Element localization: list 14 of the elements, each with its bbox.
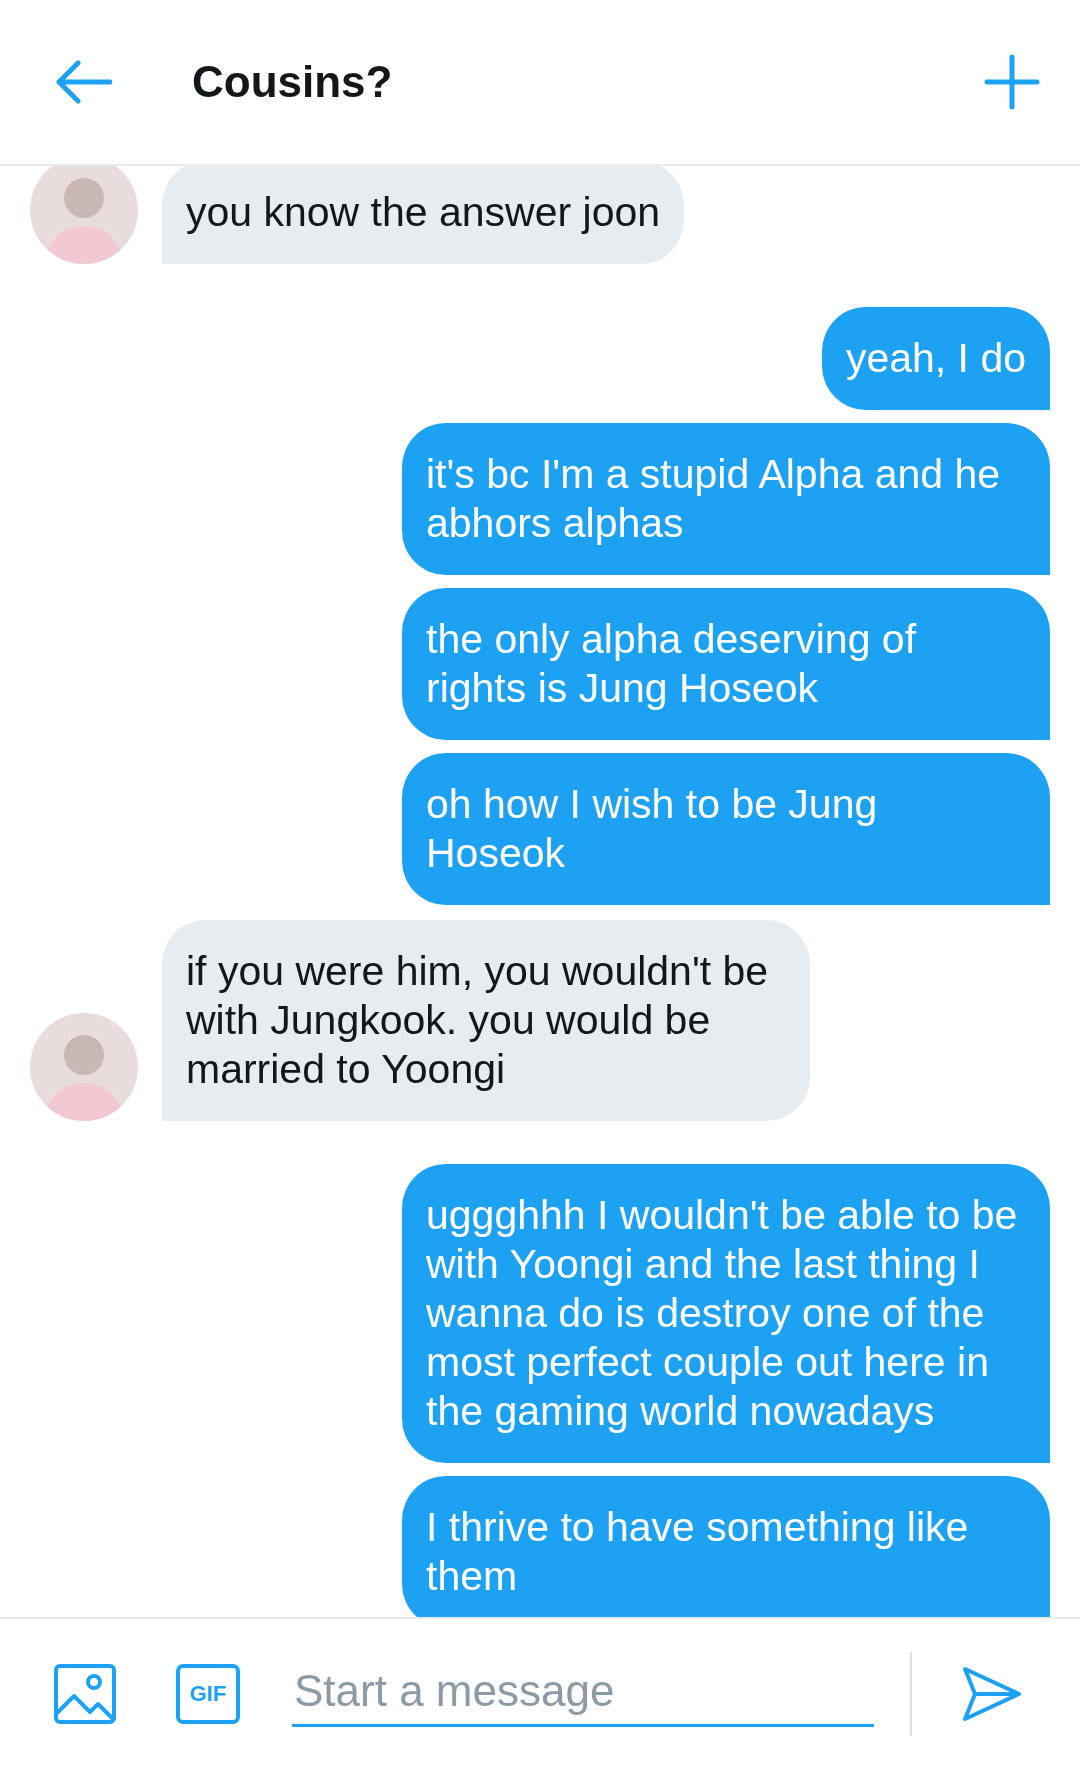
message-bubble: it's bc I'm a stupid Alpha and he abhors alphas bbox=[402, 423, 1050, 575]
conversation-title: Cousins? bbox=[192, 57, 394, 107]
add-button[interactable] bbox=[984, 54, 1040, 110]
message-bubble: you know the answer joon bbox=[162, 166, 685, 264]
message-bubble: uggghhh I wouldn't be able to be with Yoongi and the last thing I wanna do is destroy one of the most perfect couple out here in the gaming world nowadays bbox=[402, 1164, 1050, 1463]
message-bubble: the only alpha deserving of rights is Jung Hoseok bbox=[402, 588, 1050, 740]
message-bubble: yeah, I do bbox=[821, 307, 1050, 410]
gif-button[interactable]: GIF bbox=[176, 1663, 240, 1724]
send-button[interactable] bbox=[962, 1665, 1022, 1722]
message-bubble: oh how I wish to be Jung Hoseok bbox=[402, 753, 1050, 905]
back-button[interactable] bbox=[56, 60, 112, 104]
message-bubble: I thrive to have something like them bbox=[402, 1476, 1050, 1617]
image-icon[interactable] bbox=[54, 1663, 116, 1724]
message-bubble: if you were him, you wouldn't be with Jungkook. you would be married to Yoongi bbox=[162, 920, 810, 1121]
